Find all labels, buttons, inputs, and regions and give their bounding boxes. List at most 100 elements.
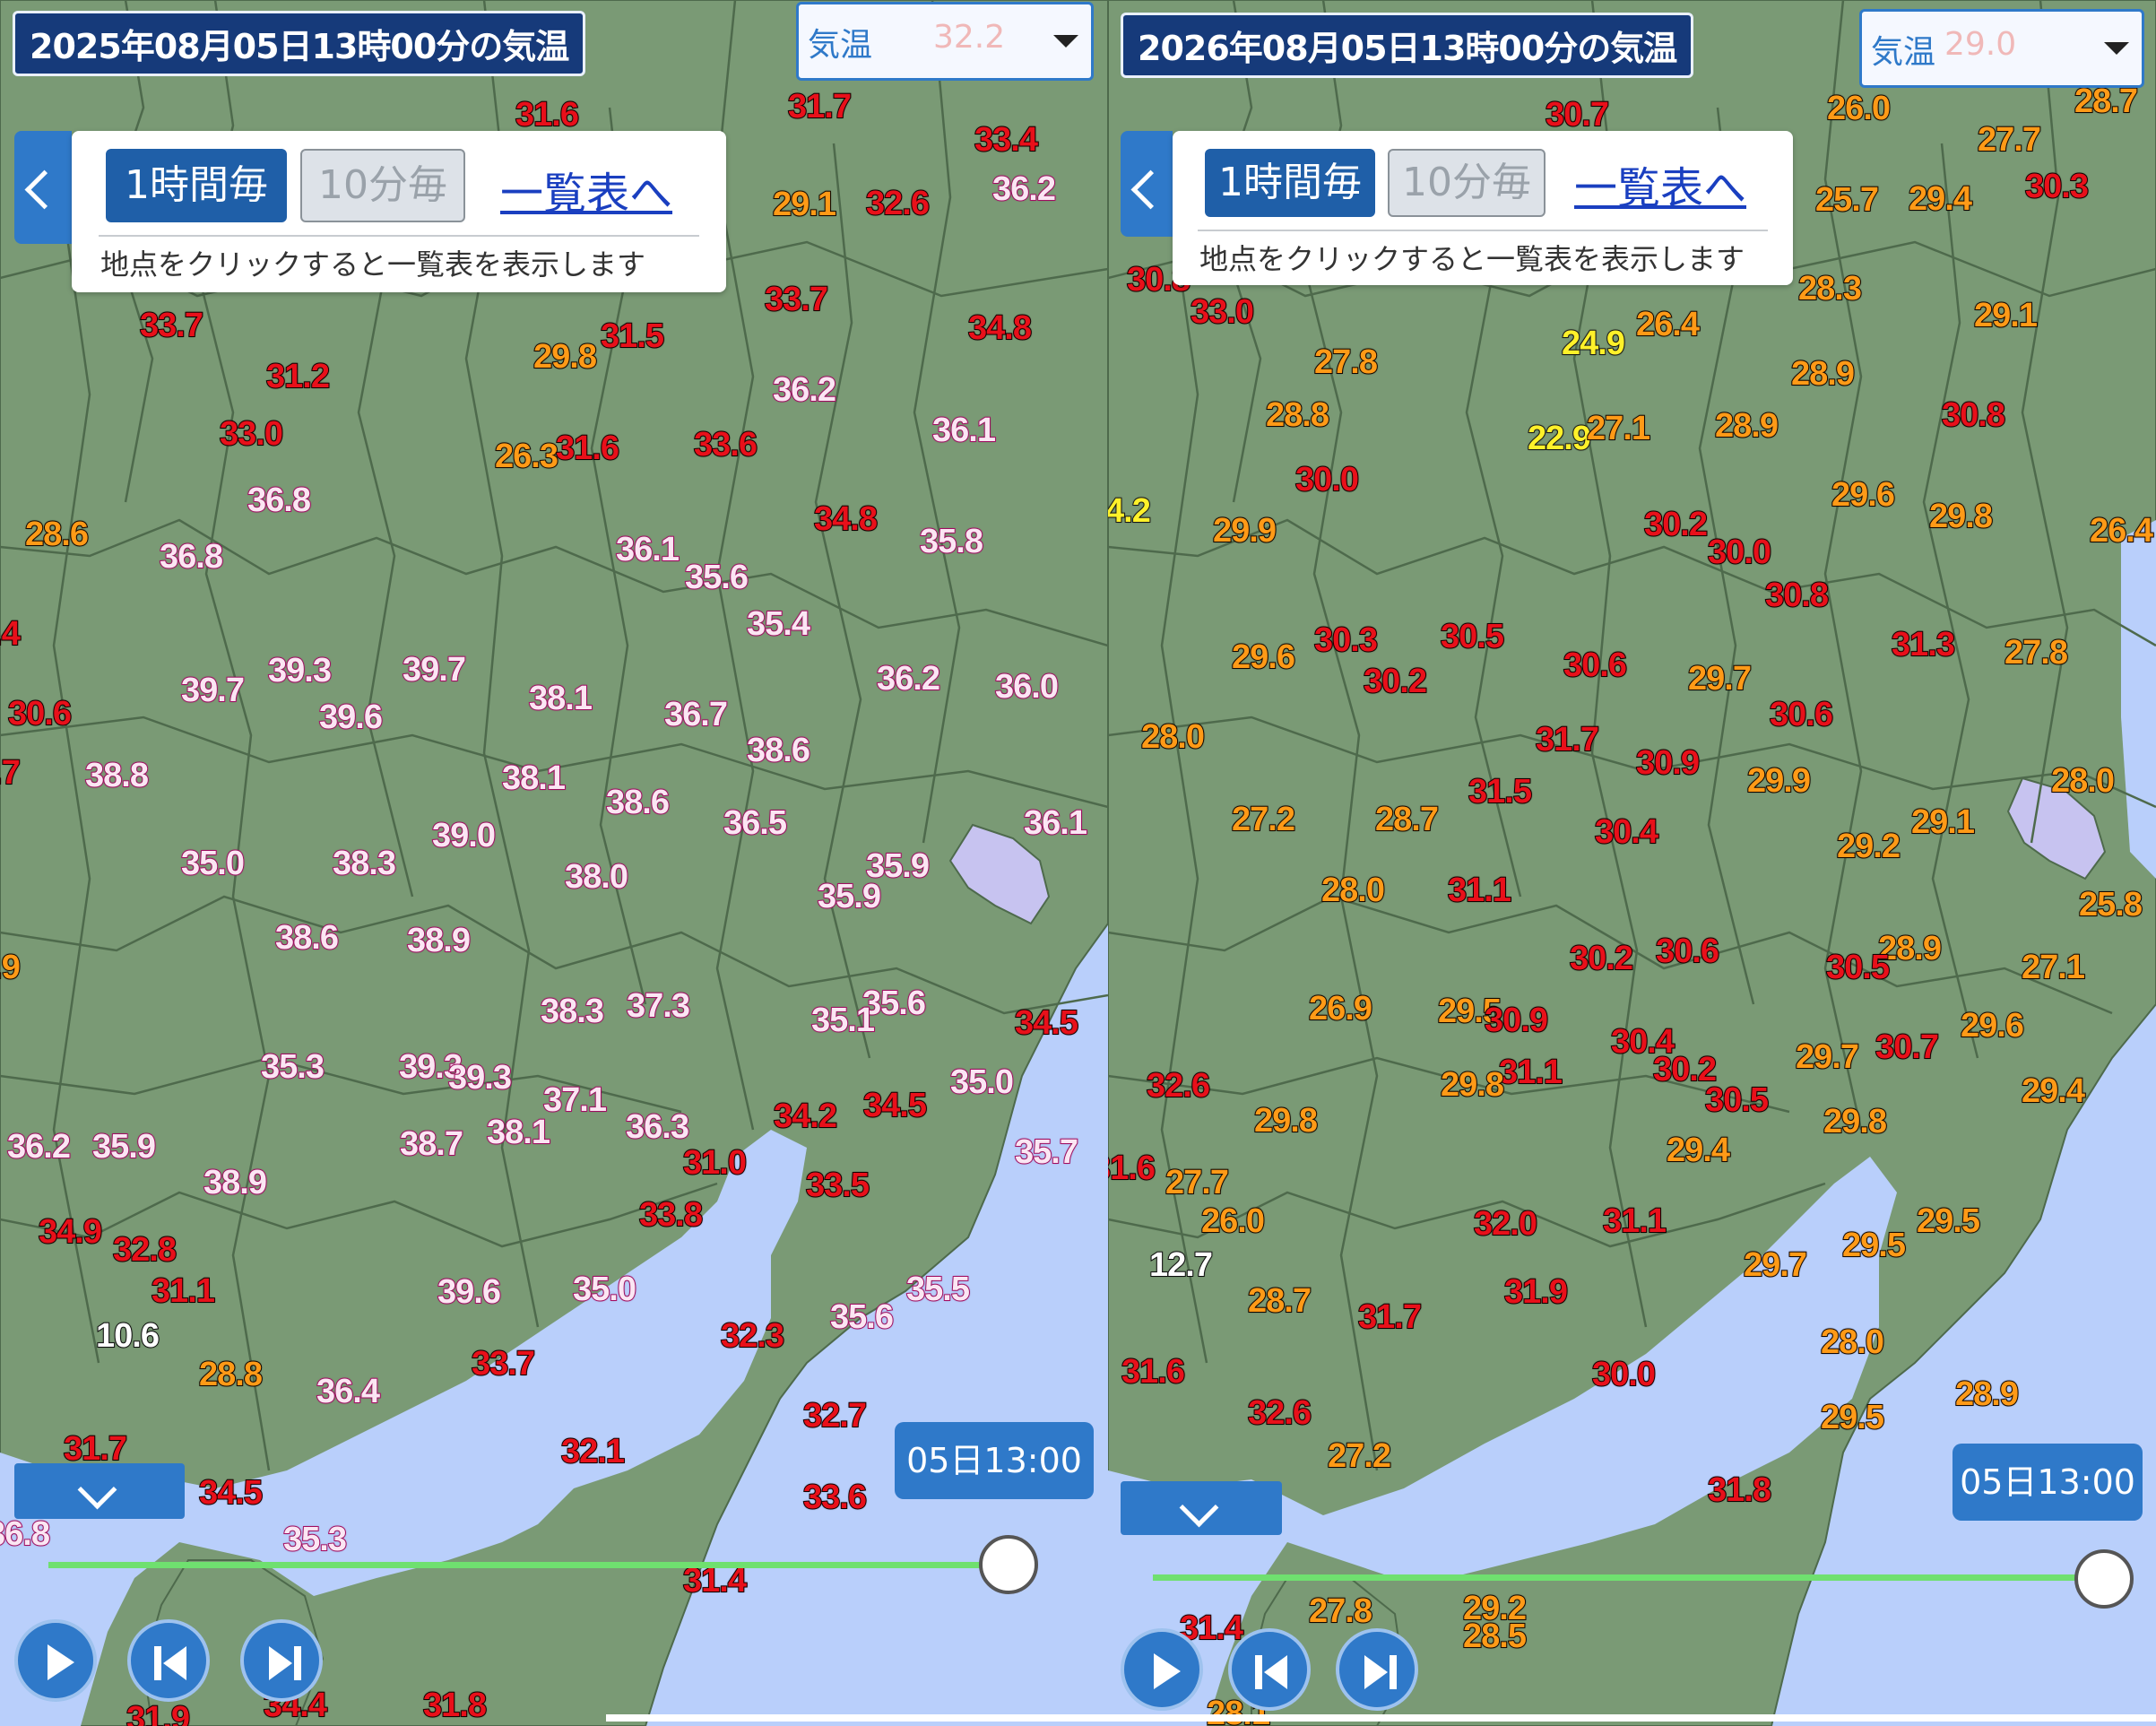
temperature-label[interactable]: 30.7 — [1545, 95, 1610, 134]
temperature-label[interactable]: 36.8 — [159, 537, 224, 577]
temperature-label[interactable]: 24.9 — [1561, 324, 1626, 363]
temperature-label[interactable]: 32.6 — [1247, 1393, 1312, 1433]
temperature-label[interactable]: 31.3 — [1891, 625, 1956, 664]
temperature-label[interactable]: 29.6 — [1960, 1006, 2025, 1045]
temperature-label[interactable]: 32.0 — [1473, 1204, 1538, 1244]
temperature-label[interactable]: 29.8 — [1928, 497, 1994, 536]
temperature-label[interactable]: 32.7 — [802, 1396, 868, 1435]
temperature-label[interactable]: 33.8 — [638, 1195, 704, 1235]
temperature-label[interactable]: 35.9 — [817, 877, 882, 916]
temperature-label[interactable]: 38.9 — [406, 921, 472, 960]
temperature-label[interactable]: 31.6 — [1121, 1352, 1186, 1392]
step-back-button[interactable] — [1228, 1628, 1311, 1711]
temperature-label[interactable]: 29.5 — [1916, 1201, 1981, 1241]
temperature-label[interactable]: 31.7 — [787, 87, 853, 126]
ten-minute-button[interactable]: 10分毎 — [1388, 149, 1546, 217]
temperature-label[interactable]: 30.3 — [1313, 620, 1379, 660]
temperature-label[interactable]: 34.8 — [813, 499, 879, 539]
temperature-label[interactable]: 25.7 — [1814, 180, 1880, 220]
temperature-label[interactable]: 10.6 — [95, 1316, 160, 1356]
temperature-label[interactable]: 35.6 — [684, 558, 749, 597]
temperature-label[interactable]: 29.8 — [1823, 1102, 1888, 1141]
temperature-label[interactable]: 38.8 — [84, 756, 150, 795]
temperature-label[interactable]: 39.7 — [180, 671, 246, 710]
temperature-label[interactable]: 35.4 — [746, 604, 811, 644]
temperature-label[interactable]: 29.8 — [1253, 1101, 1319, 1141]
temperature-label[interactable]: 36.1 — [615, 530, 680, 569]
temperature-label[interactable]: 31.8 — [422, 1686, 488, 1725]
temperature-label[interactable]: 38.1 — [528, 679, 593, 718]
temperature-label[interactable]: 22.9 — [1527, 419, 1592, 458]
temperature-label[interactable]: 35.7 — [1014, 1132, 1079, 1172]
play-button[interactable] — [14, 1619, 97, 1702]
temperature-label[interactable]: 35.0 — [180, 844, 246, 883]
temperature-label[interactable]: 36.7 — [663, 695, 729, 734]
temperature-label[interactable]: 30.5 — [1440, 617, 1505, 656]
temperature-label[interactable]: 27.1 — [1586, 409, 1651, 448]
temperature-label[interactable]: 30.0 — [1591, 1355, 1657, 1394]
temperature-label[interactable]: 38.3 — [332, 844, 397, 883]
temperature-label[interactable]: 30.3 — [2024, 167, 2090, 206]
temperature-label[interactable]: 33.0 — [219, 414, 284, 454]
temperature-label[interactable]: 30.9 — [1484, 1001, 1549, 1040]
step-forward-button[interactable] — [1336, 1628, 1418, 1711]
temperature-label[interactable]: 33.6 — [802, 1478, 868, 1517]
element-select[interactable]: 気温 29.0 — [1859, 9, 2144, 88]
temperature-label[interactable]: 34.2 — [773, 1097, 838, 1136]
temperature-label[interactable]: 30.6 — [1769, 695, 1834, 734]
temperature-label[interactable]: 33.6 — [693, 425, 758, 464]
temperature-label[interactable]: 31.5 — [600, 317, 665, 356]
temperature-label[interactable]: 31.7 — [1535, 720, 1600, 759]
temperature-label[interactable]: 30.0 — [1294, 460, 1360, 499]
temperature-label[interactable]: 26.4 — [2089, 511, 2154, 551]
temperature-label[interactable]: 31.9 — [1503, 1272, 1569, 1312]
temperature-label[interactable]: 34.8 — [967, 308, 1033, 348]
temperature-label[interactable]: 38.6 — [605, 783, 671, 822]
temperature-label[interactable]: 27.7 — [1977, 120, 2042, 160]
temperature-label[interactable]: 38.0 — [564, 857, 629, 897]
temperature-label[interactable]: 31.6 — [555, 429, 620, 468]
ten-minute-button[interactable]: 10分毎 — [300, 149, 465, 222]
temperature-label[interactable]: 39.0 — [431, 816, 497, 855]
temperature-label[interactable]: 27.7 — [1165, 1163, 1230, 1202]
temperature-label[interactable]: 39.3 — [267, 651, 333, 690]
temperature-label[interactable]: 32.8 — [112, 1230, 178, 1270]
temperature-label[interactable]: 31.1 — [1602, 1201, 1667, 1241]
temperature-label[interactable]: 31.1 — [1498, 1053, 1563, 1092]
temperature-label[interactable]: 26.0 — [1200, 1201, 1266, 1241]
temperature-label[interactable]: 28.0 — [1140, 717, 1206, 757]
time-slider-handle[interactable] — [2074, 1549, 2134, 1609]
temperature-label[interactable]: 37.3 — [626, 986, 691, 1026]
time-slider-handle[interactable] — [979, 1535, 1038, 1594]
temperature-label[interactable]: 39.7 — [402, 650, 467, 690]
temperature-label[interactable]: 39.3 — [447, 1058, 513, 1097]
temperature-label[interactable]: 31.7 — [1357, 1297, 1423, 1337]
temperature-label[interactable]: 30.6 — [1655, 932, 1720, 971]
temperature-label[interactable]: 36.2 — [991, 169, 1057, 209]
temperature-label[interactable]: 30.6 — [1563, 646, 1628, 685]
temperature-label[interactable]: 33.7 — [139, 306, 204, 345]
temperature-label[interactable]: 28.7 — [1247, 1281, 1312, 1321]
step-forward-button[interactable] — [240, 1619, 323, 1702]
temperature-label[interactable]: 38.1 — [486, 1113, 551, 1152]
temperature-label[interactable]: 34.9 — [38, 1212, 103, 1252]
temperature-label[interactable]: 35.8 — [919, 522, 984, 561]
temperature-label[interactable]: 30.2 — [1569, 939, 1634, 978]
panel-back-button[interactable] — [14, 131, 72, 244]
temperature-label[interactable]: 39.6 — [318, 698, 384, 737]
temperature-label[interactable]: 29.8 — [533, 337, 598, 377]
temperature-label[interactable]: 28.9 — [1790, 354, 1856, 394]
temperature-label[interactable]: 29.4 — [2021, 1071, 2086, 1111]
temperature-label[interactable]: 30.6 — [7, 694, 73, 733]
map-panel-2025[interactable]: 31.6 31.7 33.4 29.1 32.6 36.2 33.7 33.7 34.8 31.2… — [0, 0, 1108, 1726]
temperature-label[interactable]: 31.8 — [1707, 1470, 1772, 1510]
temperature-label[interactable]: 29.7 — [1743, 1245, 1808, 1285]
temperature-label[interactable]: 29.2 — [1836, 827, 1901, 866]
temperature-label[interactable]: 31.9 — [126, 1699, 191, 1726]
panel-back-button[interactable] — [1121, 131, 1173, 237]
temperature-label[interactable]: 28.8 — [198, 1355, 264, 1394]
temperature-label[interactable]: 27.8 — [1313, 343, 1379, 382]
temperature-label[interactable]: 28.7 — [1374, 800, 1440, 839]
play-button[interactable] — [1121, 1628, 1203, 1711]
temperature-label[interactable]: 36.0 — [994, 667, 1060, 707]
